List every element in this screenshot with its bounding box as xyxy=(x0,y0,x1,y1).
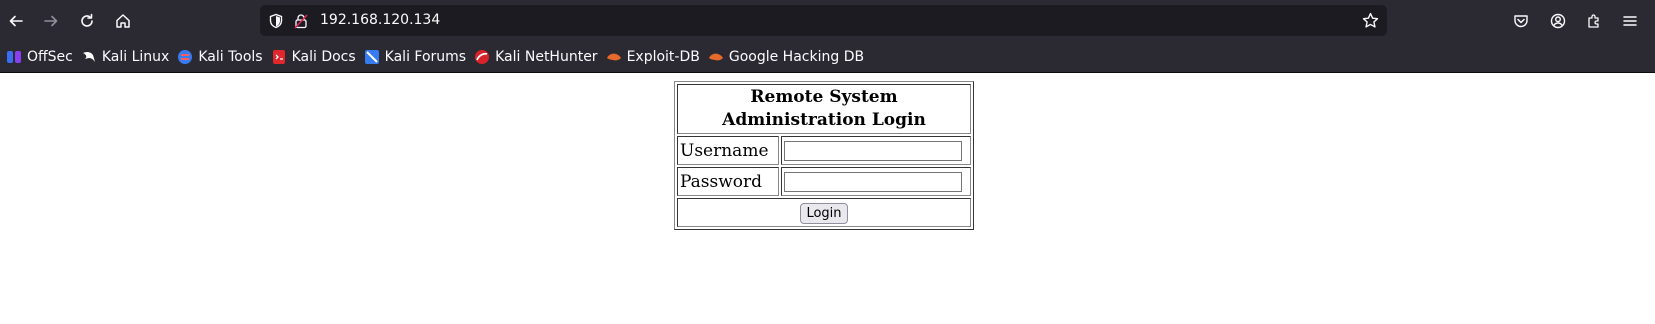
account-button[interactable] xyxy=(1542,5,1574,37)
back-arrow-icon xyxy=(9,15,23,27)
password-cell xyxy=(781,167,971,196)
kali-dragon-icon xyxy=(82,51,95,62)
home-button[interactable] xyxy=(107,5,139,37)
bookmark-offsec[interactable]: OffSec xyxy=(3,45,78,69)
page-content: Remote System Administration Login Usern… xyxy=(0,73,1655,324)
password-input[interactable] xyxy=(784,171,962,192)
back-button[interactable] xyxy=(0,5,32,37)
bookmark-kali-nethunter[interactable]: Kali NetHunter xyxy=(471,45,602,69)
url-bar[interactable]: 192.168.120.134 xyxy=(260,5,1387,36)
password-label: Password xyxy=(677,167,779,196)
tracking-protection-shield-icon[interactable] xyxy=(268,13,284,29)
pocket-icon xyxy=(1514,15,1528,28)
bookmark-label: Google Hacking DB xyxy=(728,49,865,65)
bookmark-label: OffSec xyxy=(27,49,73,65)
extensions-puzzle-icon xyxy=(1588,14,1599,28)
login-title: Remote System Administration Login xyxy=(677,84,971,134)
reload-icon xyxy=(81,13,93,27)
bookmark-label: Kali NetHunter xyxy=(495,49,598,65)
reload-button[interactable] xyxy=(71,5,103,37)
bookmark-kali-linux[interactable]: Kali Linux xyxy=(78,45,174,69)
kali-nethunter-icon xyxy=(475,50,490,64)
login-button[interactable]: Login xyxy=(800,202,848,224)
browser-toolbar: 192.168.120.134 xyxy=(0,0,1655,42)
menu-button[interactable] xyxy=(1614,5,1646,37)
extensions-button[interactable] xyxy=(1578,5,1610,37)
bookmark-kali-tools[interactable]: Kali Tools xyxy=(174,45,267,69)
offsec-icon xyxy=(7,51,21,63)
bookmark-label: Exploit-DB xyxy=(626,49,700,65)
forward-button[interactable] xyxy=(35,5,67,37)
kali-forums-icon xyxy=(364,50,379,64)
bookmarks-toolbar: OffSec Kali Linux Kali Tools Kali Docs K… xyxy=(0,42,1655,73)
account-icon xyxy=(1550,13,1566,29)
bookmark-exploit-db[interactable]: Exploit-DB xyxy=(603,45,705,69)
pocket-button[interactable] xyxy=(1505,5,1537,37)
username-cell xyxy=(781,136,971,165)
login-button-cell: Login xyxy=(677,198,971,227)
ghdb-icon xyxy=(708,53,723,61)
bookmark-kali-forums[interactable]: Kali Forums xyxy=(361,45,471,69)
bookmark-google-hacking-db[interactable]: Google Hacking DB xyxy=(705,45,869,69)
kali-tools-icon xyxy=(178,50,193,64)
bookmark-label: Kali Forums xyxy=(384,49,467,65)
bookmark-label: Kali Docs xyxy=(291,49,356,65)
bookmark-star-icon[interactable] xyxy=(1362,12,1379,29)
username-label: Username xyxy=(677,136,779,165)
hamburger-menu-icon xyxy=(1623,16,1637,26)
bookmark-kali-docs[interactable]: Kali Docs xyxy=(268,45,361,69)
url-text[interactable]: 192.168.120.134 xyxy=(320,5,440,36)
home-icon xyxy=(116,14,130,28)
forward-arrow-icon xyxy=(44,15,58,27)
bookmark-label: Kali Linux xyxy=(101,49,170,65)
bookmark-label: Kali Tools xyxy=(198,49,263,65)
login-table: Remote System Administration Login Usern… xyxy=(674,81,974,230)
username-input[interactable] xyxy=(784,140,962,161)
insecure-lock-icon[interactable] xyxy=(293,13,309,29)
kali-docs-icon xyxy=(272,50,285,64)
exploit-db-icon xyxy=(606,53,621,61)
